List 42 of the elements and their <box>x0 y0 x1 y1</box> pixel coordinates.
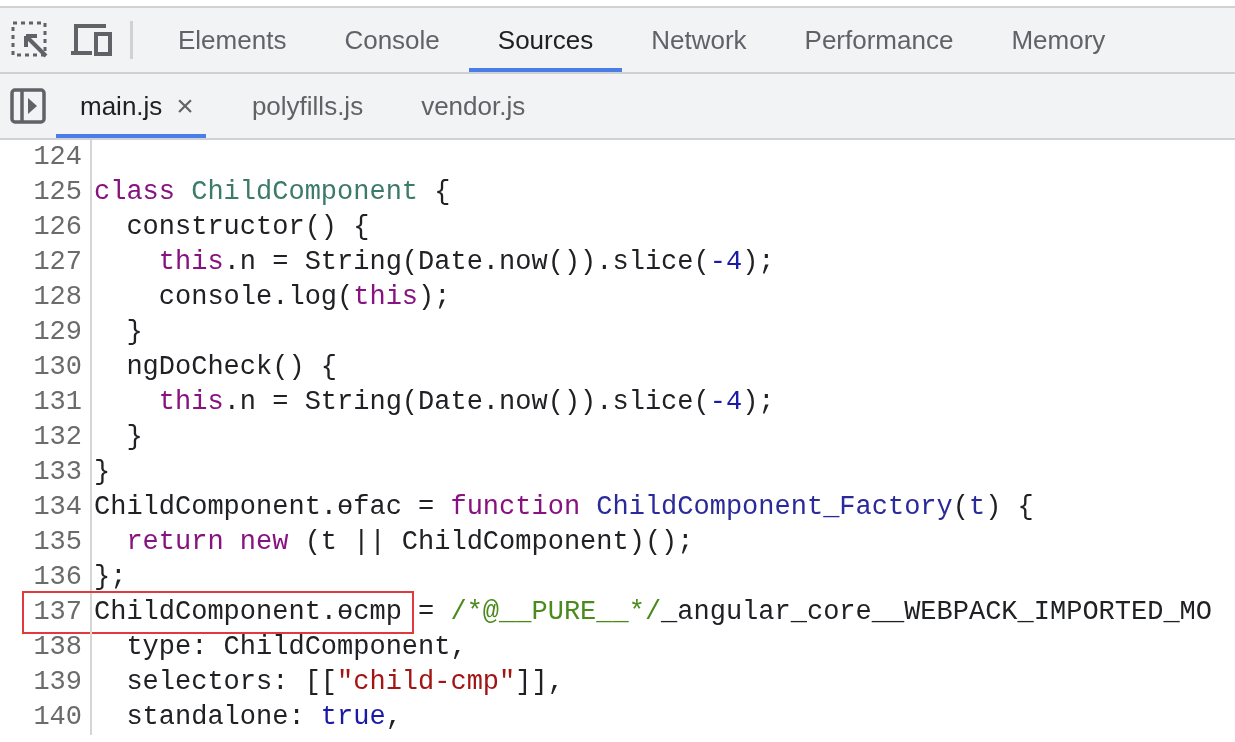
code-line: }; <box>93 561 127 594</box>
line-number: 133 <box>0 455 92 490</box>
line-number: 130 <box>0 350 92 385</box>
code-line: } <box>93 456 111 489</box>
line-number: 132 <box>0 420 92 455</box>
panel-tab[interactable]: Memory <box>982 8 1135 72</box>
code-line: selectors: [["child-cmp"]], <box>125 666 564 699</box>
file-tab[interactable]: polyfills.js <box>227 74 376 138</box>
panel-tab[interactable]: Elements <box>149 8 316 72</box>
code-line: } <box>125 421 143 454</box>
code-line: console.log(this); <box>157 281 451 314</box>
panel-tab[interactable]: Network <box>622 8 776 72</box>
line-number: 135 <box>0 525 92 560</box>
code-line: standalone: true, <box>125 701 402 734</box>
line-number: 136 <box>0 560 92 595</box>
line-number: 125 <box>0 175 92 210</box>
line-number: 127 <box>0 245 92 280</box>
line-number: 128 <box>0 280 92 315</box>
line-number: 134 <box>0 490 92 525</box>
code-line: ChildComponent.ɵcmp = /*@__PURE__*/_angular_core__WEBPACK_IMPORTED_MO <box>93 596 1212 629</box>
line-number: 138 <box>0 630 92 665</box>
line-number: 129 <box>0 315 92 350</box>
code-line: } <box>125 316 143 349</box>
file-tab[interactable]: vendor.js <box>397 74 538 138</box>
line-number: 140 <box>0 700 92 735</box>
line-number: 139 <box>0 665 92 700</box>
line-number: 124 <box>0 140 92 175</box>
panel-tab[interactable]: Performance <box>775 8 983 72</box>
line-number: 126 <box>0 210 92 245</box>
code-line: return new (t || ChildComponent)(); <box>125 526 694 559</box>
code-line: constructor() { <box>125 211 370 244</box>
code-line: type: ChildComponent, <box>125 631 467 664</box>
code-line: class ChildComponent { <box>93 176 451 209</box>
close-icon[interactable]: × <box>176 91 194 121</box>
code-line: ChildComponent.ɵfac = function ChildComponent_Factory(t) { <box>93 491 1034 524</box>
panel-tab[interactable]: Console <box>315 8 469 72</box>
code-line: ngDoCheck() { <box>125 351 338 384</box>
line-number: 137 <box>0 595 92 630</box>
code-line: this.n = String(Date.now()).slice(-4); <box>157 246 775 279</box>
code-line: this.n = String(Date.now()).slice(-4); <box>157 386 775 419</box>
file-tab[interactable]: main.js × <box>56 74 206 138</box>
line-number: 131 <box>0 385 92 420</box>
